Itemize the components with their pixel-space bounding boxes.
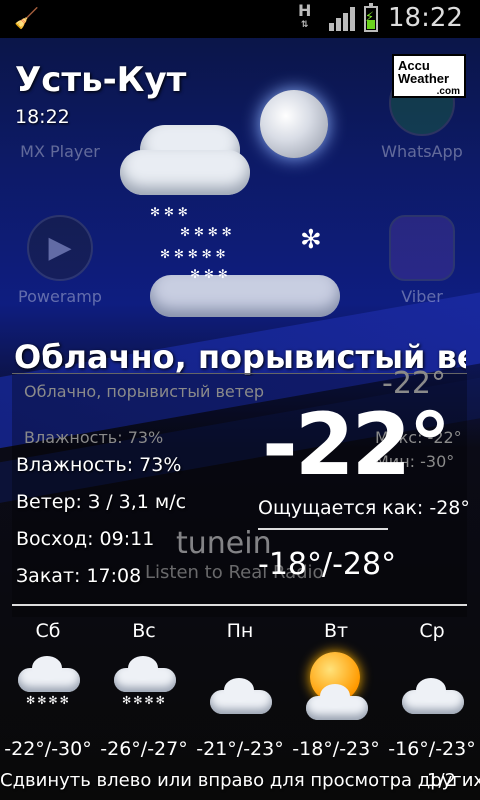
snow-cloud-icon: ✻✻✻✻ xyxy=(96,650,192,730)
forecast-range: -18°/-23° xyxy=(292,738,380,760)
status-bar: 🧹 H ⇅ ⚡ 18:22 xyxy=(0,0,480,38)
hspa-network-icon: H ⇅ xyxy=(298,1,312,31)
feels-like-label: Ощущается как: -28° xyxy=(258,497,470,519)
ghost-humidity: Влажность: 73% xyxy=(24,428,164,447)
sunrise-label: Восход: 09:11 xyxy=(16,528,155,550)
night-snow-cloud-icon: ✻ ✻ ✻ ✻ ✻ ✻ ✻ ✻ ✻ ✻ ✻ ✻ ✻ ✻ ✻ ✻ xyxy=(120,75,360,345)
sun-cloud-icon xyxy=(288,650,384,730)
snow-cloud-icon: ✻✻✻✻ xyxy=(0,650,96,730)
forecast-day-name: Пн xyxy=(226,620,254,642)
forecast-day-name: Вт xyxy=(323,620,349,642)
humidity-label: Влажность: 73% xyxy=(16,454,182,476)
forecast-day[interactable]: Пн -21°/-23° xyxy=(192,620,288,760)
cloud-icon xyxy=(384,650,480,730)
wind-label: Ветер: З / 3,1 м/с xyxy=(16,491,187,513)
forecast-range: -21°/-23° xyxy=(196,738,284,760)
current-temperature: -22° xyxy=(262,395,451,495)
battery-charging-icon: ⚡ xyxy=(364,3,378,32)
today-range: -18°/-28° xyxy=(258,547,397,582)
forecast-day-name: Ср xyxy=(419,620,445,642)
forecast-range: -22°/-30° xyxy=(4,738,92,760)
forecast-range: -26°/-27° xyxy=(100,738,188,760)
sunset-label: Закат: 17:08 xyxy=(16,565,142,587)
swipe-hint: Сдвинуть влево или вправо для просмотра … xyxy=(0,770,480,791)
ghost-app-viber: Viber xyxy=(372,215,472,306)
page-indicator: 1/2 xyxy=(427,770,456,791)
forecast-day[interactable]: Вт -18°/-23° xyxy=(288,620,384,760)
forecast-range: -16°/-23° xyxy=(388,738,476,760)
divider xyxy=(258,528,388,530)
forecast-day-name: Сб xyxy=(35,620,61,642)
forecast-day[interactable]: Вс ✻✻✻✻ -26°/-27° xyxy=(96,620,192,760)
moon-icon xyxy=(260,90,328,158)
forecast-day[interactable]: Сб ✻✻✻✻ -22°/-30° xyxy=(0,620,96,760)
update-time: 18:22 xyxy=(15,106,70,128)
accuweather-logo[interactable]: Accu Weather .com xyxy=(392,54,466,98)
signal-strength-icon xyxy=(329,7,355,31)
ghost-description: Облачно, порывистый ветер xyxy=(24,382,265,401)
clean-notification-icon: 🧹 xyxy=(14,6,39,30)
cloud-icon xyxy=(192,650,288,730)
forecast-day-name: Вс xyxy=(132,620,156,642)
ghost-app-poweramp: ▶ Poweramp xyxy=(10,215,110,306)
forecast-day[interactable]: Ср -16°/-23° xyxy=(384,620,480,760)
status-time: 18:22 xyxy=(388,3,463,33)
divider xyxy=(12,604,467,606)
